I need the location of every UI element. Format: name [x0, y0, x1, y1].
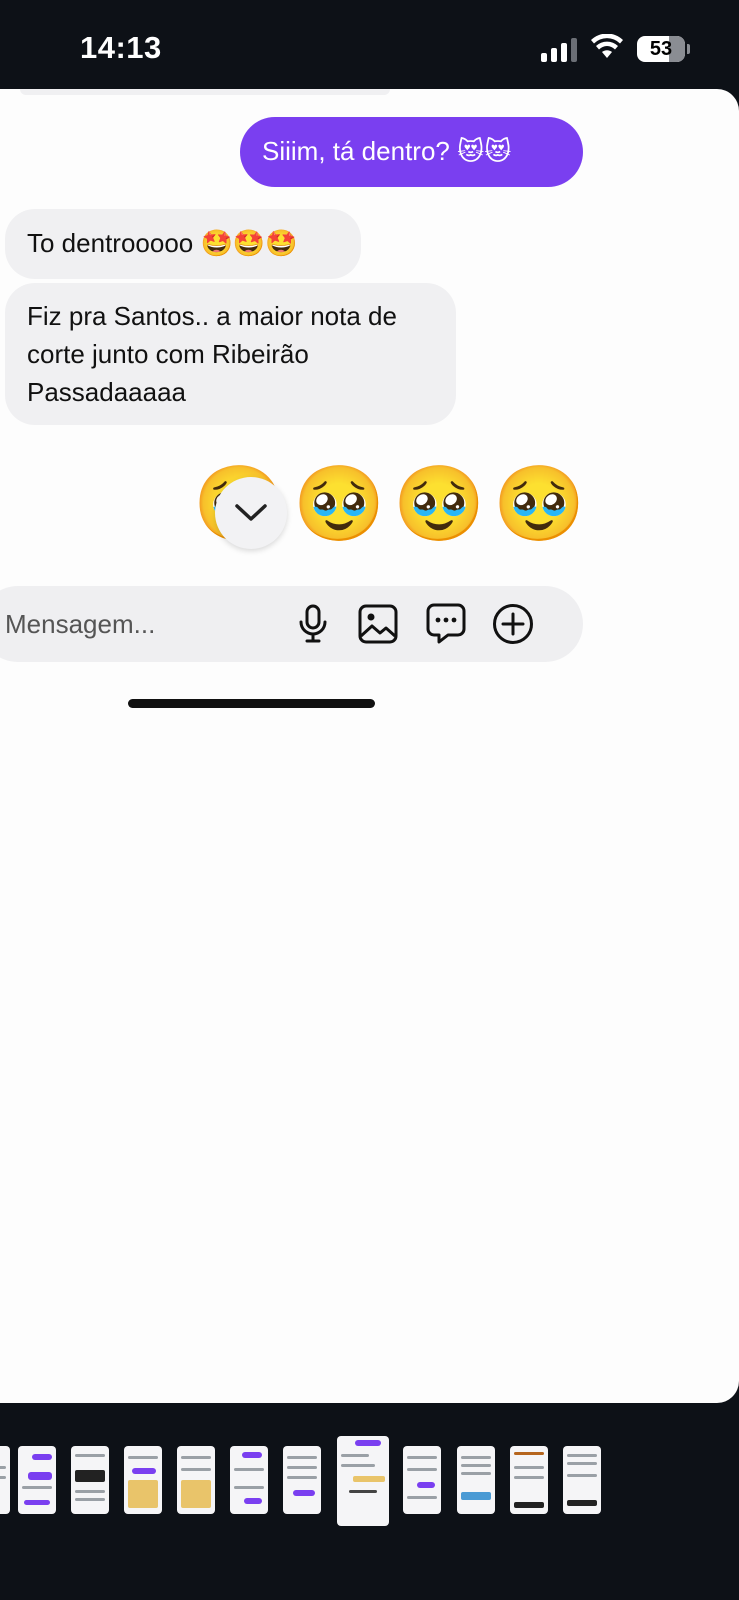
sticker-chat-icon [426, 603, 466, 644]
screenshot-thumbnail[interactable] [283, 1446, 321, 1514]
status-time: 14:13 [80, 30, 162, 65]
gallery-button[interactable] [356, 602, 400, 646]
incoming-message[interactable]: Fiz pra Santos.. a maior nota de corte j… [5, 283, 456, 425]
wifi-icon [591, 34, 623, 58]
screenshot-filmstrip [0, 1420, 739, 1530]
screenshot-thumbnail[interactable] [71, 1446, 109, 1514]
screenshot-thumbnail[interactable] [177, 1446, 215, 1514]
screenshot-thumbnail[interactable] [230, 1446, 268, 1514]
previous-message-edge [20, 89, 390, 95]
add-button[interactable] [491, 602, 535, 646]
scroll-down-button[interactable] [215, 477, 287, 549]
battery-nub [687, 44, 690, 54]
add-circle-icon [493, 604, 533, 644]
microphone-icon [299, 604, 327, 643]
screenshot-thumbnail[interactable] [18, 1446, 56, 1514]
home-indicator [128, 699, 375, 708]
screenshot-thumbnail[interactable] [457, 1446, 495, 1514]
screenshot-thumbnail[interactable] [124, 1446, 162, 1514]
battery-level: 53 [649, 38, 673, 60]
incoming-message[interactable]: To dentrooooo 🤩🤩🤩 [5, 209, 361, 279]
image-icon [358, 604, 398, 644]
message-line: Fiz pra Santos.. a maior nota de [27, 301, 397, 331]
message-composer [0, 586, 583, 662]
sticker-button[interactable] [424, 602, 468, 646]
chat-screen: Siiim, tá dentro? 😻😻 To dentrooooo 🤩🤩🤩 F… [0, 89, 739, 1403]
screenshot-thumbnail[interactable] [563, 1446, 601, 1514]
message-line: Passadaaaaa [27, 377, 187, 407]
battery-icon: 53 [637, 36, 685, 62]
microphone-button[interactable] [291, 602, 335, 646]
screenshot-thumbnail[interactable] [0, 1446, 10, 1514]
message-line: corte junto com Ribeirão [27, 339, 309, 369]
chevron-down-icon [235, 504, 267, 521]
screenshot-thumbnail[interactable] [510, 1446, 548, 1514]
message-input[interactable] [5, 603, 265, 645]
screenshot-thumbnail-active[interactable] [337, 1436, 389, 1526]
outgoing-message[interactable]: Siiim, tá dentro? 😻😻 [240, 117, 583, 187]
screenshot-thumbnail[interactable] [403, 1446, 441, 1514]
cellular-signal-icon [541, 36, 579, 62]
status-bar: 14:13 53 [0, 0, 739, 90]
